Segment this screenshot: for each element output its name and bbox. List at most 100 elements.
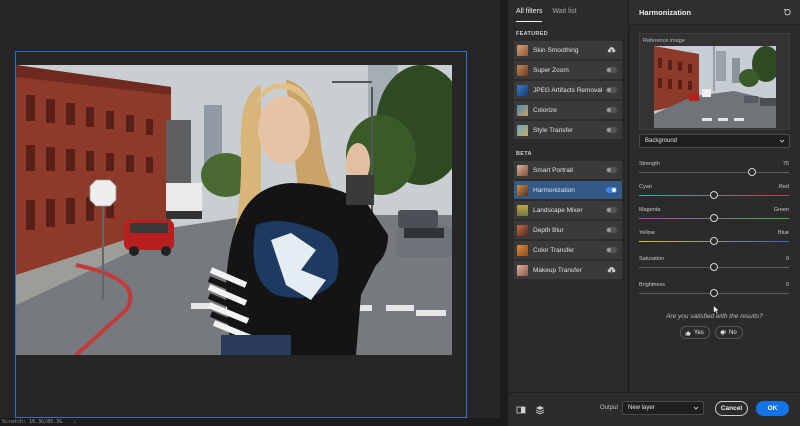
slider-label: Cyan <box>639 184 652 190</box>
super-zoom-toggle[interactable] <box>606 67 617 73</box>
slider-label: Magenta <box>639 207 661 213</box>
slider-handle[interactable] <box>710 237 718 245</box>
filter-item-colorize[interactable]: Colorize <box>514 101 622 119</box>
depth-blur-thumb-icon <box>517 224 528 236</box>
slider-handle[interactable] <box>710 289 718 297</box>
smart-portrait-thumb-icon <box>517 164 528 176</box>
filter-item-harmonization[interactable]: Harmonization <box>514 181 622 199</box>
filter-label: Color Transfer <box>533 246 575 254</box>
section-beta: BETA <box>516 151 532 157</box>
cloud-download-icon[interactable] <box>607 266 616 274</box>
landscape-mixer-toggle[interactable] <box>606 207 617 213</box>
document-canvas[interactable]: Scratch: 16.3G/85.3G › <box>0 0 500 426</box>
landscape-mixer-thumb-icon <box>517 204 528 216</box>
filter-label: Depth Blur <box>533 226 564 234</box>
scratch-size: Scratch: 16.3G/85.3G <box>2 419 63 425</box>
slider-value: 75 <box>782 161 789 167</box>
document-photo[interactable] <box>16 65 452 355</box>
tab-all-filters[interactable]: All filters <box>516 8 543 22</box>
slider-magenta-green: Magenta Green <box>639 207 789 227</box>
cancel-button[interactable]: Cancel <box>715 401 748 416</box>
filter-item-jpeg-artifacts-removal[interactable]: JPEG Artifacts Removal <box>514 81 622 99</box>
filter-item-landscape-mixer[interactable]: Landscape Mixer <box>514 201 622 219</box>
colorize-toggle[interactable] <box>606 107 617 113</box>
filter-item-smart-portrait[interactable]: Smart Portrait <box>514 161 622 179</box>
slider-handle[interactable] <box>710 191 718 199</box>
reference-image-label: Reference image <box>643 38 685 44</box>
filter-label: Harmonization <box>533 186 575 194</box>
depth-blur-toggle[interactable] <box>606 227 617 233</box>
reset-icon[interactable] <box>783 8 792 17</box>
yes-button[interactable]: Yes <box>680 326 710 339</box>
filter-label: Landscape Mixer <box>533 206 583 214</box>
jpeg-artifacts-toggle[interactable] <box>606 87 617 93</box>
section-featured: FEATURED <box>516 31 548 37</box>
color-transfer-toggle[interactable] <box>606 247 617 253</box>
smart-portrait-toggle[interactable] <box>606 167 617 173</box>
filter-label: Style Transfer <box>533 126 574 134</box>
slider-handle[interactable] <box>710 214 718 222</box>
no-label: No <box>729 329 737 336</box>
output-select[interactable]: New layer <box>622 401 704 415</box>
filter-label: Super Zoom <box>533 66 569 74</box>
filter-item-color-transfer[interactable]: Color Transfer <box>514 241 622 259</box>
slider-value: Blue <box>777 230 789 236</box>
style-transfer-thumb-icon <box>517 124 528 136</box>
slider-label: Yellow <box>639 230 655 236</box>
slider-value: 0 <box>785 256 789 262</box>
output-value: New layer <box>628 405 655 411</box>
style-transfer-toggle[interactable] <box>606 127 617 133</box>
slider-handle[interactable] <box>747 168 756 176</box>
reference-image-box[interactable]: Reference image <box>639 33 790 130</box>
reference-layer-value: Background <box>645 138 678 144</box>
slider-value: 0 <box>785 282 789 288</box>
slider-value: Red <box>778 184 789 190</box>
no-button[interactable]: No <box>715 326 743 339</box>
slider-yellow-blue: Yellow Blue <box>639 230 789 250</box>
harmonization-toggle[interactable] <box>606 187 617 193</box>
filter-properties-panel: Harmonization Reference image Background… <box>629 0 800 392</box>
filter-item-style-transfer[interactable]: Style Transfer <box>514 121 622 139</box>
filter-item-depth-blur[interactable]: Depth Blur <box>514 221 622 239</box>
preview-split-icon[interactable] <box>516 405 526 415</box>
thumbs-up-icon <box>685 330 691 335</box>
slider-cyan-red: Cyan Red <box>639 184 789 204</box>
slider-saturation: Saturation 0 <box>639 256 789 276</box>
yes-label: Yes <box>694 329 704 336</box>
mouse-cursor-icon <box>713 305 720 315</box>
reference-image-thumbnail[interactable] <box>654 46 776 128</box>
slider-label: Strength <box>639 161 660 167</box>
filter-tabs: All filters Wait list <box>508 0 628 22</box>
reference-layer-select[interactable]: Background <box>639 134 790 148</box>
filter-item-makeup-transfer[interactable]: Makeup Transfer <box>514 261 622 279</box>
chevron-down-icon <box>693 406 699 410</box>
tab-wait-list[interactable]: Wait list <box>552 8 576 22</box>
slider-value: Green <box>773 207 789 213</box>
chevron-down-icon <box>779 139 785 143</box>
output-label: Output <box>600 405 619 411</box>
filter-label: Colorize <box>533 106 557 114</box>
slider-handle[interactable] <box>710 263 718 271</box>
filter-item-skin-smoothing[interactable]: Skin Smoothing <box>514 41 622 59</box>
layers-icon[interactable] <box>535 405 545 415</box>
ok-button[interactable]: OK <box>756 401 789 416</box>
slider-label: Brightness <box>639 282 665 288</box>
props-title: Harmonization <box>639 7 692 17</box>
filter-label: Skin Smoothing <box>533 46 579 54</box>
slider-brightness: Brightness 0 <box>639 282 789 302</box>
slider-strength: Strength 75 <box>639 161 789 181</box>
status-arrow-icon[interactable]: › <box>73 419 76 425</box>
filter-item-super-zoom[interactable]: Super Zoom <box>514 61 622 79</box>
filter-footer: Output New layer Cancel OK <box>508 392 800 426</box>
colorize-thumb-icon <box>517 104 528 116</box>
status-bar: Scratch: 16.3G/85.3G › <box>0 418 500 426</box>
thumbs-down-icon <box>720 330 726 335</box>
slider-track[interactable] <box>639 172 789 173</box>
filter-label: JPEG Artifacts Removal <box>533 86 603 94</box>
slider-label: Saturation <box>639 256 665 262</box>
cloud-download-icon[interactable] <box>607 46 616 54</box>
jpeg-artifacts-thumb-icon <box>517 84 528 96</box>
neural-filters-list: All filters Wait list FEATURED Skin Smoo… <box>508 0 629 392</box>
panel-divider[interactable] <box>500 0 508 426</box>
color-transfer-thumb-icon <box>517 244 528 256</box>
